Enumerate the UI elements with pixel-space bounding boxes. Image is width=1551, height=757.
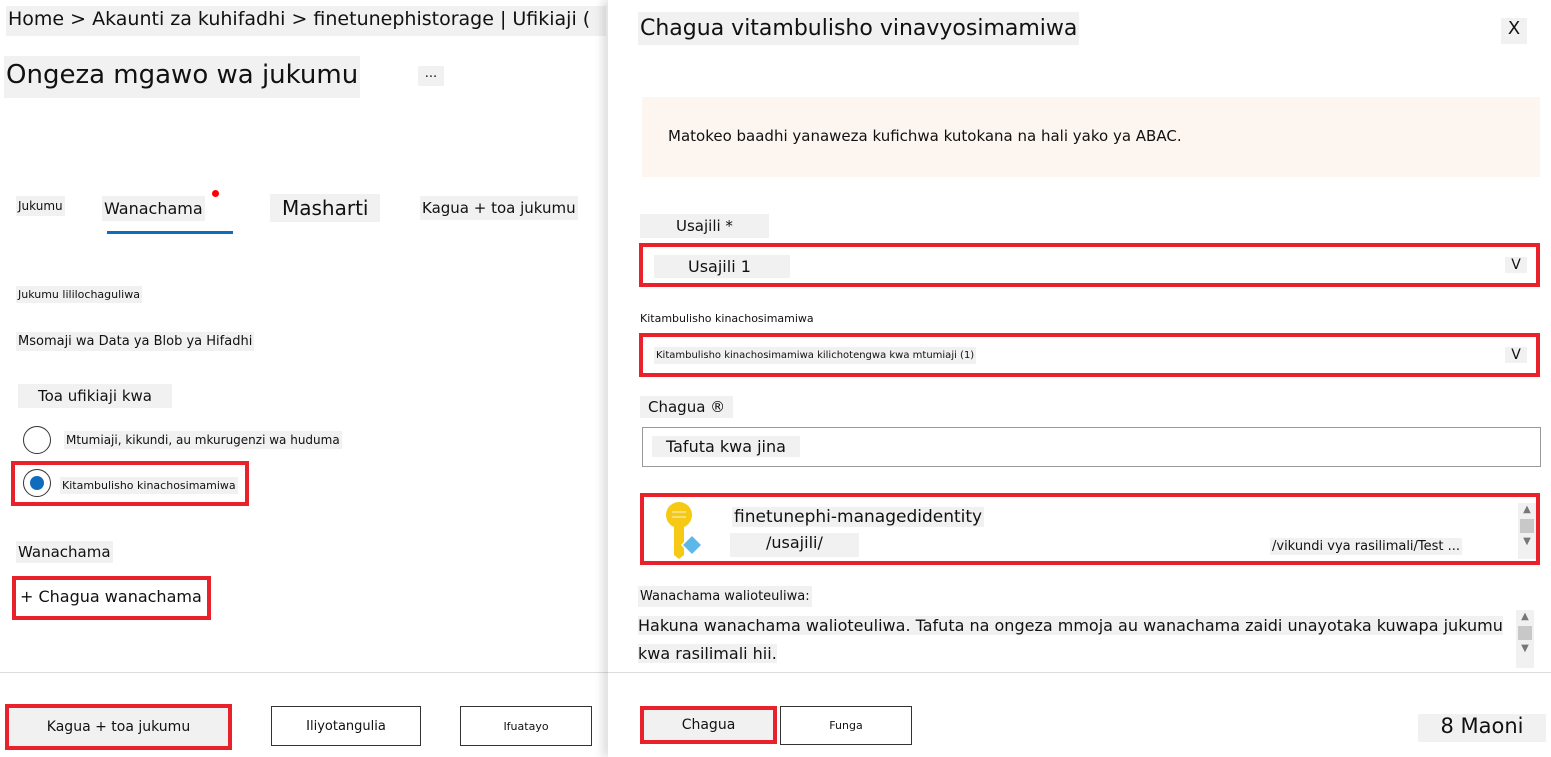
search-input[interactable]: Tafuta kwa jina — [642, 427, 1541, 467]
panel-footer-divider — [608, 672, 1551, 673]
next-button[interactable]: Ifuatayo — [460, 706, 592, 746]
members-label: Wanachama — [16, 541, 113, 563]
chevron-down-icon: V — [1505, 257, 1527, 273]
selected-members-scrollbar[interactable]: ▲ ▼ — [1516, 610, 1534, 668]
selected-role-label: Jukumu lililochaguliwa — [16, 286, 142, 303]
managed-identity-dropdown[interactable]: Kitambulisho kinachosimamiwa kilichoteng… — [639, 333, 1540, 377]
active-tab-indicator — [107, 231, 233, 234]
previous-button[interactable]: Iliyotangulia — [271, 706, 421, 746]
chevron-down-icon: V — [1505, 347, 1527, 363]
selected-members-text: Hakuna wanachama walioteuliwa. Tafuta na… — [638, 612, 1510, 668]
selected-members-message: Hakuna wanachama walioteuliwa. Tafuta na… — [638, 616, 1503, 663]
subscription-dropdown[interactable]: Usajili 1 V — [639, 243, 1540, 287]
identity-subscription-path: /usajili/ — [730, 533, 859, 557]
select-managed-identities-panel: Chagua vitambulisho vinavyosimamiwa X Ma… — [608, 0, 1551, 757]
required-dot-icon — [212, 190, 219, 197]
radio-managed-identity[interactable] — [23, 469, 51, 497]
subscription-label: Usajili * — [640, 214, 769, 238]
subscription-value: Usajili 1 — [654, 255, 790, 278]
managed-identity-key-icon — [666, 502, 704, 559]
tab-members[interactable]: Wanachama — [102, 196, 205, 221]
managed-identity-value: Kitambulisho kinachosimamiwa kilichoteng… — [654, 347, 977, 364]
identity-result-list[interactable]: finetunephi-managedidentity /usajili/ /v… — [640, 493, 1540, 565]
add-role-assignment-page: Home > Akaunti za kuhifadhi > finetuneph… — [0, 0, 608, 757]
radio-user-group[interactable] — [23, 426, 51, 454]
select-members-link[interactable]: + Chagua wanachama — [12, 576, 211, 620]
radio-checked-dot — [30, 476, 44, 490]
identity-resource-group-path: /vikundi vya rasilimali/Test ... — [1270, 538, 1463, 555]
select-button[interactable]: Chagua — [640, 706, 777, 744]
managed-identity-label: Kitambulisho kinachosimamiwa — [640, 312, 814, 325]
footer-divider — [0, 672, 608, 673]
radio-managed-identity-label: Kitambulisho kinachosimamiwa — [60, 477, 238, 494]
tab-conditions[interactable]: Masharti — [270, 194, 381, 222]
feedback-button[interactable]: 8 Maoni — [1418, 714, 1546, 742]
close-button[interactable]: Funga — [780, 706, 912, 745]
select-label: Chagua ® — [640, 396, 734, 418]
selected-role-value: Msomaji wa Data ya Blob ya Hifadhi — [16, 332, 255, 351]
breadcrumb[interactable]: Home > Akaunti za kuhifadhi > finetuneph… — [6, 6, 606, 36]
abac-info-banner: Matokeo baadhi yanaweza kufichwa kutokan… — [642, 97, 1540, 177]
close-icon[interactable]: X — [1501, 18, 1527, 44]
panel-title: Chagua vitambulisho vinavyosimamiwa — [638, 12, 1080, 45]
abac-info-text: Matokeo baadhi yanaweza kufichwa kutokan… — [668, 127, 1182, 145]
result-scrollbar[interactable]: ▲ ▼ — [1518, 503, 1536, 559]
tab-role[interactable]: Jukumu — [16, 196, 65, 216]
more-button[interactable]: ... — [418, 66, 444, 86]
review-assign-button[interactable]: Kagua + toa jukumu — [5, 704, 232, 750]
radio-user-group-label: Mtumiaji, kikundi, au mkurugenzi wa hudu… — [64, 431, 342, 449]
selected-members-label: Wanachama walioteuliwa: — [638, 586, 812, 607]
page-title: Ongeza mgawo wa jukumu — [4, 56, 361, 98]
tab-review-assign[interactable]: Kagua + toa jukumu — [420, 196, 578, 220]
identity-name[interactable]: finetunephi-managedidentity — [732, 507, 985, 527]
assign-access-label: Toa ufikiaji kwa — [18, 384, 173, 408]
search-placeholder: Tafuta kwa jina — [652, 436, 800, 457]
